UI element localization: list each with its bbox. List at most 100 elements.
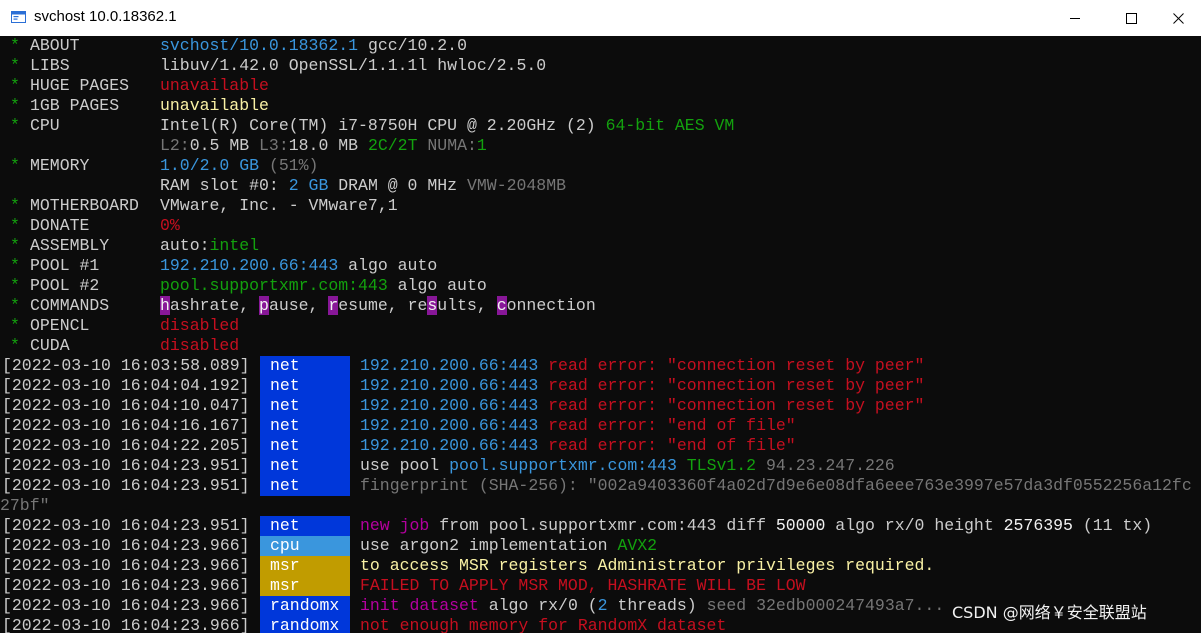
summary-label: MEMORY (30, 156, 90, 175)
summary-label: COMMANDS (30, 296, 110, 315)
log-timestamp: [2022-03-10 16:04:22.205] (2, 436, 250, 455)
text-segment: 64-bit AES VM (605, 116, 735, 135)
summary-label: MOTHERBOARD (30, 196, 139, 215)
text-segment: GB (239, 156, 269, 175)
log-timestamp: [2022-03-10 16:04:16.167] (2, 416, 250, 435)
text-segment: h (160, 296, 170, 315)
console-app-icon (11, 11, 26, 23)
text-segment: intel (209, 236, 260, 255)
text-segment: new job (360, 516, 440, 535)
summary-label: 1GB PAGES (30, 96, 120, 115)
close-button[interactable] (1155, 0, 1201, 36)
text-segment: algo rx/0 height (835, 516, 1004, 535)
text-segment: onnection (506, 296, 596, 315)
summary-label: OPENCL (30, 316, 90, 335)
text-segment: disabled (160, 316, 240, 335)
log-timestamp: [2022-03-10 16:04:23.951] (2, 476, 250, 495)
text-segment: FAILED TO APPLY MSR MOD, HASHRATE WILL B… (360, 576, 806, 595)
log-message: init dataset algo rx/0 (2 threads) seed … (360, 596, 944, 616)
text-segment: 2 GB (288, 176, 339, 195)
text-segment: RAM slot #0: (160, 176, 289, 195)
summary-value: Intel(R) Core(TM) i7-8750H CPU @ 2.20GHz… (160, 116, 734, 136)
text-segment: VMW-2048MB (466, 176, 567, 195)
window-titlebar[interactable]: svchost 10.0.18362.1 (0, 0, 1201, 36)
text-segment: 0% (160, 216, 180, 235)
text-segment: 2C/2T (367, 136, 428, 155)
text-segment: read error: "end of file" (548, 436, 796, 455)
text-segment: VMware, Inc. - VMware7,1 (160, 196, 398, 215)
bullet-asterisk: * (10, 296, 20, 315)
text-segment: not enough memory for RandomX dataset (360, 616, 727, 633)
maximize-button[interactable] (1108, 0, 1154, 36)
text-segment: s (427, 296, 438, 315)
text-segment: auto: (160, 236, 210, 255)
log-tag: msr (260, 556, 350, 576)
console-output[interactable]: * ABOUT svchost/10.0.18362.1 gcc/10.2.0 * LI… (0, 36, 1201, 633)
text-segment: 1 (476, 136, 487, 155)
log-message: 192.210.200.66:443 read error: "connecti… (360, 356, 924, 376)
log-tag: net (260, 376, 350, 396)
log-timestamp: [2022-03-10 16:04:04.192] (2, 376, 250, 395)
log-tag: net (260, 356, 350, 376)
text-segment: unavailable (160, 76, 269, 95)
bullet-asterisk: * (10, 96, 20, 115)
text-segment: to access MSR registers Administrator pr… (360, 556, 935, 575)
text-segment: 192.210.200.66:443 (360, 356, 549, 375)
log-message: FAILED TO APPLY MSR MOD, HASHRATE WILL B… (360, 576, 806, 596)
bullet-asterisk: * (10, 36, 20, 55)
text-segment: read error: "connection reset by peer" (548, 376, 925, 395)
summary-value: 1.0/2.0 GB (51%) (160, 156, 318, 176)
text-segment: 192.210.200.66:443 (160, 256, 339, 275)
summary-value: 192.210.200.66:443 algo auto (160, 256, 437, 276)
bullet-asterisk: * (10, 56, 20, 75)
log-message: to access MSR registers Administrator pr… (360, 556, 934, 576)
minimize-icon (1070, 18, 1080, 19)
text-segment: pool.supportxmr.com:443 (160, 276, 388, 295)
log-message: use argon2 implementation AVX2 (360, 536, 657, 556)
log-timestamp: [2022-03-10 16:04:23.966] (2, 556, 250, 575)
text-segment: 192.210.200.66:443 (360, 416, 549, 435)
bullet-asterisk: * (10, 276, 20, 295)
text-segment: disabled (160, 336, 240, 355)
summary-label: POOL #2 (30, 276, 100, 295)
log-message: 192.210.200.66:443 read error: "end of f… (360, 436, 796, 456)
log-timestamp: [2022-03-10 16:04:23.966] (2, 616, 250, 633)
summary-value: hashrate, pause, resume, results, connec… (160, 296, 596, 316)
text-segment: 192.210.200.66:443 (360, 436, 549, 455)
text-segment: 0.5 MB (189, 136, 260, 155)
summary-label: ABOUT (30, 36, 80, 55)
summary-label: DONATE (30, 216, 90, 235)
text-segment: gcc/10.2.0 (358, 36, 467, 55)
text-segment: algo rx/0 ( (488, 596, 598, 615)
log-tag: net (260, 516, 350, 536)
text-segment: 27bf" (0, 496, 50, 515)
log-message: 192.210.200.66:443 read error: "connecti… (360, 396, 924, 416)
log-message: 192.210.200.66:443 read error: "connecti… (360, 376, 924, 396)
text-segment: AVX2 (617, 536, 658, 555)
text-segment: read error: "connection reset by peer" (548, 356, 925, 375)
summary-value: 0% (160, 216, 180, 236)
text-segment: init dataset (360, 596, 489, 615)
log-tag: randomx (260, 616, 350, 633)
log-tag: net (260, 456, 350, 476)
text-segment: 94.23.247.226 (765, 456, 895, 475)
text-segment: seed 32edb000247493a7... (706, 596, 945, 615)
bullet-asterisk: * (10, 256, 20, 275)
text-segment: NUMA: (427, 136, 477, 155)
minimize-button[interactable] (1052, 0, 1098, 36)
log-tag: net (260, 416, 350, 436)
text-segment: 192.210.200.66:443 (360, 376, 549, 395)
text-segment: threads) (607, 596, 707, 615)
summary-value: disabled (160, 316, 239, 336)
summary-label: LIBS (30, 56, 70, 75)
bullet-asterisk: * (10, 116, 20, 135)
summary-value: pool.supportxmr.com:443 algo auto (160, 276, 487, 296)
summary-value: libuv/1.42.0 OpenSSL/1.1.1l hwloc/2.5.0 (160, 56, 546, 76)
text-segment: svchost/10.0.18362.1 (160, 36, 359, 55)
summary-value: disabled (160, 336, 239, 356)
summary-value: auto:intel (160, 236, 259, 256)
text-segment: 50000 (775, 516, 836, 535)
summary-value: unavailable (160, 96, 269, 116)
text-segment: unavailable (160, 96, 269, 115)
text-segment: ause, (268, 296, 329, 315)
